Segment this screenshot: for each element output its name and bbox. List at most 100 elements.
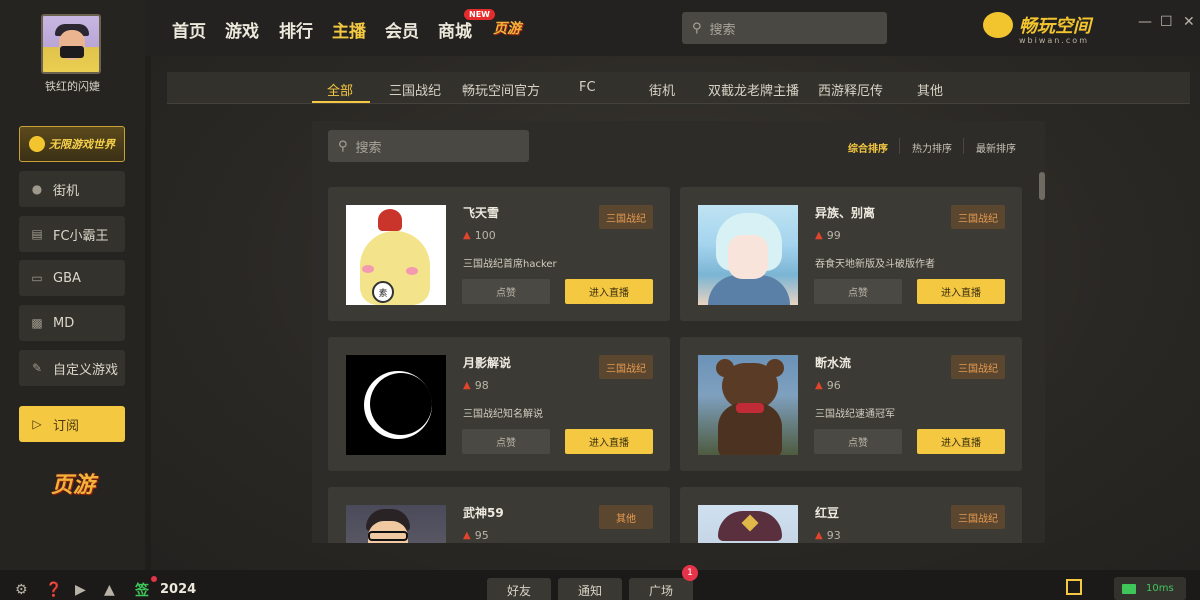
sidebar-item-label: 街机 <box>53 183 80 199</box>
edit-icon: ✎ <box>31 361 43 375</box>
nav-games[interactable]: 游戏 <box>225 17 259 42</box>
panel-search-input[interactable]: ⚲ 搜索 <box>328 130 529 162</box>
gba-icon: ▭ <box>31 271 43 285</box>
sidebar-item-subscribe[interactable]: ▷ 订阅 <box>19 406 125 442</box>
minimize-icon[interactable]: — <box>1138 14 1152 30</box>
game-tag: 三国战纪 <box>599 205 653 229</box>
enter-live-button[interactable]: 进入直播 <box>565 279 653 304</box>
like-button[interactable]: 点赞 <box>814 429 902 454</box>
sidebar-item-md[interactable]: ▩ MD <box>19 305 125 341</box>
streamer-desc: 三国战纪首席hacker <box>463 259 557 270</box>
enter-live-button[interactable]: 进入直播 <box>917 279 1005 304</box>
heat-count: ▲ 98 <box>463 379 489 392</box>
shirt-icon[interactable]: ▲ <box>104 582 115 598</box>
enter-live-button[interactable]: 进入直播 <box>917 429 1005 454</box>
sidebar-item-label: 自定义游戏 <box>53 362 119 378</box>
search-icon: ⚲ <box>692 20 702 36</box>
nav-home[interactable]: 首页 <box>172 17 206 42</box>
arcade-icon: ● <box>31 182 43 196</box>
sort-heat[interactable]: 热力排序 <box>912 140 952 155</box>
game-tag: 其他 <box>599 505 653 529</box>
plaza-button[interactable]: 广场 <box>629 578 693 600</box>
streamer-card[interactable]: 素 飞天雪 ▲ 100 三国战纪首席hacker 三国战纪 点赞 进入直播 <box>328 187 670 321</box>
enter-live-button[interactable]: 进入直播 <box>565 429 653 454</box>
bear-avatar <box>698 355 798 455</box>
nav-vip[interactable]: 会员 <box>385 17 419 42</box>
subscribe-icon: ▷ <box>32 417 42 431</box>
sidebar-item-label: FC小霸王 <box>53 228 109 244</box>
like-button[interactable]: 点赞 <box>462 279 550 304</box>
sidebar-item-gba[interactable]: ▭ GBA <box>19 260 125 296</box>
qr-code-icon[interactable] <box>1066 579 1082 595</box>
yeyou-logo[interactable]: 页游 <box>28 464 118 502</box>
flame-icon: ▲ <box>815 530 823 541</box>
streamer-name: 武神59 <box>463 506 504 520</box>
share-icon[interactable]: ▶ <box>75 582 86 598</box>
game-world-banner[interactable]: 无限游戏世界 <box>19 126 125 162</box>
sort-divider <box>963 138 964 154</box>
moon-avatar <box>346 355 446 455</box>
tab-double-dragon[interactable]: 双截龙老牌主播 <box>708 80 799 99</box>
flame-icon: ▲ <box>463 530 471 541</box>
maximize-icon[interactable]: ☐ <box>1160 14 1173 30</box>
new-badge: NEW <box>464 9 495 20</box>
sidebar-item-custom-game[interactable]: ✎ 自定义游戏 <box>19 350 125 386</box>
streamer-card[interactable]: 武神59 ▲ 95 其他 <box>328 487 670 543</box>
network-icon <box>1122 583 1136 594</box>
tab-official[interactable]: 畅玩空间官方 <box>462 80 540 99</box>
flame-icon: ▲ <box>463 230 471 241</box>
top-search-input[interactable]: ⚲ 搜索 <box>682 12 887 44</box>
search-placeholder: 搜索 <box>355 140 382 156</box>
username[interactable]: 铁红的闪婕 <box>0 78 145 94</box>
streamer-desc: 三国战纪知名解说 <box>463 409 543 420</box>
streamer-desc: 吞食天地新版及斗破版作者 <box>815 259 935 270</box>
sidebar-item-arcade[interactable]: ● 街机 <box>19 171 125 207</box>
panel-scrollbar[interactable] <box>1039 172 1045 200</box>
help-icon[interactable]: ❓ <box>45 582 62 598</box>
like-button[interactable]: 点赞 <box>814 279 902 304</box>
nav-shop[interactable]: 商城 <box>438 17 472 42</box>
brand-logo: 畅玩空间 wbiwan.com <box>983 12 1091 45</box>
nav-ranking[interactable]: 排行 <box>279 17 313 42</box>
game-world-label: 无限游戏世界 <box>49 138 115 151</box>
streamer-name: 异族、别离 <box>815 206 876 220</box>
tab-all[interactable]: 全部 <box>327 80 353 99</box>
flame-icon: ▲ <box>815 380 823 391</box>
flame-icon: ▲ <box>463 380 471 391</box>
tab-sanguo[interactable]: 三国战纪 <box>389 80 441 99</box>
anime-avatar <box>698 205 798 305</box>
sort-overall[interactable]: 综合排序 <box>848 140 888 155</box>
notify-button[interactable]: 通知 <box>558 578 622 600</box>
streamer-card[interactable]: 异族、别离 ▲ 99 吞食天地新版及斗破版作者 三国战纪 点赞 进入直播 <box>680 187 1022 321</box>
heat-count: ▲ 99 <box>815 229 841 242</box>
streamer-card[interactable]: 月影解说 ▲ 98 三国战纪知名解说 三国战纪 点赞 进入直播 <box>328 337 670 471</box>
settings-icon[interactable]: ⚙ <box>15 582 28 598</box>
tab-fc[interactable]: FC <box>579 80 596 95</box>
game-tag: 三国战纪 <box>951 205 1005 229</box>
brand-subtitle: wbiwan.com <box>1019 36 1089 45</box>
nav-streamers[interactable]: 主播 <box>332 17 366 42</box>
sort-newest[interactable]: 最新排序 <box>976 140 1016 155</box>
search-placeholder: 搜索 <box>709 22 736 38</box>
friends-button[interactable]: 好友 <box>487 578 551 600</box>
tab-other[interactable]: 其他 <box>917 80 943 99</box>
streamer-card[interactable]: 红豆 ▲ 93 三国战纪 <box>680 487 1022 543</box>
like-button[interactable]: 点赞 <box>462 429 550 454</box>
tab-arcade[interactable]: 街机 <box>649 80 675 99</box>
sign-in-button[interactable]: 签 <box>135 580 149 600</box>
notification-count-badge: 1 <box>682 565 698 581</box>
nav-yeyou[interactable]: 页游 <box>493 18 545 40</box>
sidebar-item-label: GBA <box>53 270 81 286</box>
user-avatar[interactable] <box>41 14 101 74</box>
man-avatar <box>346 505 446 543</box>
category-tabs: 全部 三国战纪 畅玩空间官方 FC 街机 双截龙老牌主播 西游释厄传 其他 <box>167 72 1190 104</box>
tab-xiyou[interactable]: 西游释厄传 <box>818 80 883 99</box>
sidebar-item-fc[interactable]: ▤ FC小霸王 <box>19 216 125 252</box>
sort-divider <box>899 138 900 154</box>
officer-avatar <box>698 505 798 543</box>
game-tag: 三国战纪 <box>951 355 1005 379</box>
streamer-card[interactable]: 断水流 ▲ 96 三国战纪速通冠军 三国战纪 点赞 进入直播 <box>680 337 1022 471</box>
sign-alert-dot <box>151 576 157 582</box>
sidebar-item-label: MD <box>53 315 75 331</box>
close-icon[interactable]: ✕ <box>1183 14 1195 30</box>
